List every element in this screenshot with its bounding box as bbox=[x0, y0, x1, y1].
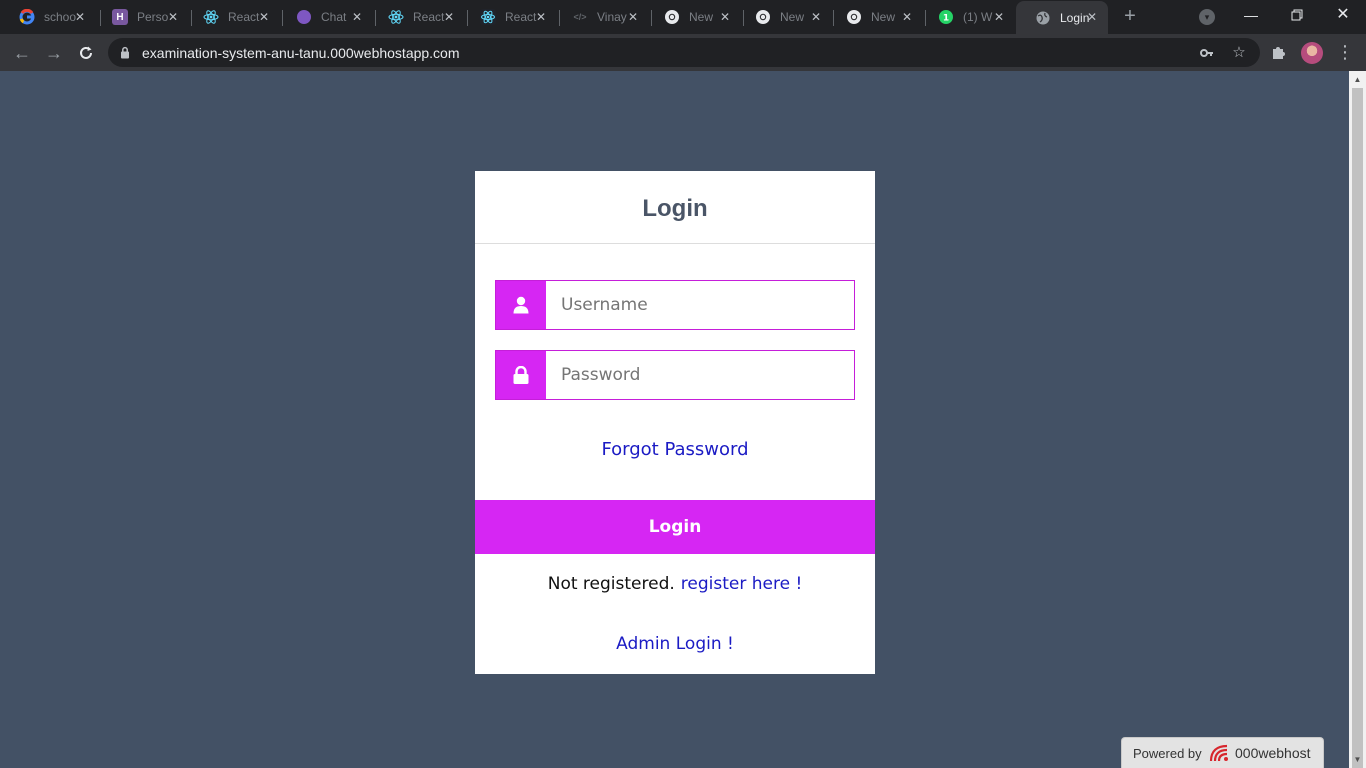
profile-avatar[interactable] bbox=[1301, 42, 1323, 64]
login-title: Login bbox=[642, 195, 708, 222]
tab-close-icon[interactable]: ✕ bbox=[72, 9, 88, 25]
tab-close-icon[interactable]: ✕ bbox=[533, 9, 549, 25]
google-icon bbox=[19, 9, 35, 25]
react-icon bbox=[480, 9, 496, 25]
title-divider bbox=[475, 243, 875, 244]
browser-toolbar: ← → examination-system-anu-tanu.000webho… bbox=[0, 34, 1366, 71]
chat-icon bbox=[296, 9, 312, 25]
react-icon bbox=[388, 9, 404, 25]
new-tab-plus-icon[interactable]: + bbox=[1120, 6, 1140, 26]
key-icon[interactable] bbox=[1198, 44, 1216, 62]
password-field bbox=[495, 350, 855, 400]
back-arrow-icon[interactable]: ← bbox=[9, 40, 35, 66]
tab-close-icon[interactable]: ✕ bbox=[808, 9, 824, 25]
heroku-icon: H bbox=[112, 9, 128, 25]
login-card: Login Forgot Password Login Not register… bbox=[475, 171, 875, 674]
globe-icon bbox=[1035, 10, 1051, 26]
scroll-thumb[interactable] bbox=[1352, 88, 1363, 768]
username-input[interactable] bbox=[546, 281, 854, 329]
powered-by-badge[interactable]: Powered by 000webhost bbox=[1121, 737, 1324, 768]
tab-9[interactable]: New ✕ bbox=[827, 3, 923, 31]
tab-2[interactable]: React ✕ bbox=[184, 3, 280, 31]
user-icon bbox=[496, 281, 546, 329]
close-window-icon[interactable]: ✕ bbox=[1320, 0, 1366, 30]
powered-by-text: Powered by bbox=[1133, 746, 1202, 761]
tab-close-icon[interactable]: ✕ bbox=[717, 9, 733, 25]
browser-tab-strip: schoo ✕ H Perso ✕ React ✕ Chat ✕ React ✕ bbox=[0, 0, 1366, 34]
lock-icon bbox=[496, 351, 546, 399]
chrome-icon bbox=[664, 9, 680, 25]
chrome-icon bbox=[755, 9, 771, 25]
minimize-icon[interactable]: — bbox=[1228, 0, 1274, 30]
bookmark-star-icon[interactable]: ☆ bbox=[1230, 44, 1248, 62]
tab-search-chevron-icon[interactable]: ▾ bbox=[1199, 9, 1215, 25]
password-input[interactable] bbox=[546, 351, 854, 399]
reload-icon[interactable] bbox=[73, 40, 99, 66]
register-line: Not registered. register here ! bbox=[475, 574, 875, 594]
restore-icon[interactable] bbox=[1274, 0, 1320, 30]
lock-icon bbox=[121, 46, 129, 59]
tab-close-icon[interactable]: ✕ bbox=[256, 9, 272, 25]
login-button[interactable]: Login bbox=[475, 500, 875, 554]
extensions-puzzle-icon[interactable] bbox=[1268, 41, 1290, 63]
tab-close-icon[interactable]: ✕ bbox=[625, 9, 641, 25]
code-icon: </> bbox=[573, 12, 587, 22]
tab-0[interactable]: schoo ✕ bbox=[0, 3, 96, 31]
address-bar[interactable]: examination-system-anu-tanu.000webhostap… bbox=[108, 38, 1260, 67]
tab-close-icon[interactable]: ✕ bbox=[991, 9, 1007, 25]
tab-11-active[interactable]: Login ✕ bbox=[1016, 1, 1108, 34]
tab-4[interactable]: React ✕ bbox=[369, 3, 465, 31]
page-scrollbar[interactable]: ▲ ▼ bbox=[1349, 71, 1366, 768]
tab-5[interactable]: React ✕ bbox=[461, 3, 557, 31]
url-text: examination-system-anu-tanu.000webhostap… bbox=[142, 45, 460, 61]
menu-kebab-icon[interactable]: ⋮ bbox=[1334, 41, 1356, 63]
tab-close-icon[interactable]: ✕ bbox=[1084, 9, 1100, 25]
chrome-icon bbox=[846, 9, 862, 25]
forward-arrow-icon[interactable]: → bbox=[41, 40, 67, 66]
tab-6[interactable]: </> Vinay ✕ bbox=[553, 3, 649, 31]
scroll-up-arrow-icon[interactable]: ▲ bbox=[1349, 71, 1366, 88]
username-field bbox=[495, 280, 855, 330]
tab-close-icon[interactable]: ✕ bbox=[441, 9, 457, 25]
whatsapp-icon: 1 bbox=[938, 9, 954, 25]
000webhost-logo-icon bbox=[1209, 744, 1228, 762]
tab-10[interactable]: 1 (1) W ✕ bbox=[919, 3, 1015, 31]
tab-1[interactable]: H Perso ✕ bbox=[93, 3, 189, 31]
brand-text: 000webhost bbox=[1235, 745, 1311, 761]
tab-close-icon[interactable]: ✕ bbox=[165, 9, 181, 25]
admin-login-link[interactable]: Admin Login ! bbox=[475, 634, 875, 654]
forgot-password-link[interactable]: Forgot Password bbox=[475, 439, 875, 460]
scroll-down-arrow-icon[interactable]: ▼ bbox=[1349, 751, 1366, 768]
svg-text:1: 1 bbox=[943, 14, 949, 24]
tab-3[interactable]: Chat ✕ bbox=[277, 3, 373, 31]
tab-7[interactable]: New ✕ bbox=[645, 3, 741, 31]
tab-close-icon[interactable]: ✕ bbox=[899, 9, 915, 25]
register-link[interactable]: register here ! bbox=[681, 574, 803, 594]
not-registered-text: Not registered. bbox=[547, 574, 675, 594]
tab-close-icon[interactable]: ✕ bbox=[349, 9, 365, 25]
tab-8[interactable]: New ✕ bbox=[736, 3, 832, 31]
react-icon bbox=[203, 9, 219, 25]
